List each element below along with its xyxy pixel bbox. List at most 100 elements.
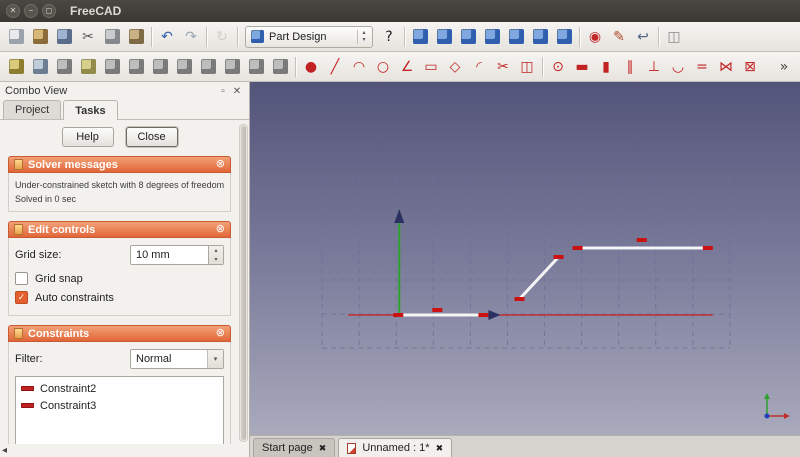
constrain-perpendicular-button[interactable]: ⊥ xyxy=(642,55,666,79)
create-polyline-button[interactable]: ∠ xyxy=(395,55,419,79)
window-close-button[interactable]: ✕ xyxy=(6,4,20,18)
paste-button[interactable] xyxy=(124,25,148,49)
redo-button[interactable]: ↷ xyxy=(179,25,203,49)
filter-dropdown[interactable]: Normal ▾ xyxy=(130,349,224,369)
front-view-button[interactable] xyxy=(456,25,480,49)
toggle-views-button[interactable]: ◫ xyxy=(662,25,686,49)
constraints-header[interactable]: Constraints ⊗ xyxy=(8,325,231,342)
copy-button[interactable] xyxy=(100,25,124,49)
groove-button[interactable] xyxy=(148,55,172,79)
sketch-viewport[interactable] xyxy=(250,82,800,435)
save-document-button[interactable] xyxy=(52,25,76,49)
refresh-button[interactable]: ↻ xyxy=(210,25,234,49)
window-minimize-button[interactable]: − xyxy=(24,4,38,18)
cut-button[interactable]: ✂ xyxy=(76,25,100,49)
create-circle-button[interactable]: ○ xyxy=(371,55,395,79)
collapse-section-icon[interactable]: ⊗ xyxy=(216,159,225,170)
create-part-button[interactable] xyxy=(28,55,52,79)
leave-sketch-button[interactable]: ↩ xyxy=(631,25,655,49)
constrain-parallel-button[interactable]: ∥ xyxy=(618,55,642,79)
right-view-button[interactable] xyxy=(504,25,528,49)
dock-close-button[interactable]: ✕ xyxy=(230,86,244,97)
workbench-selector[interactable]: Part Design ▴ ▾ xyxy=(245,25,373,48)
collapse-section-icon[interactable]: ⊗ xyxy=(216,328,225,339)
toolbar-overflow-button[interactable]: » xyxy=(772,55,796,79)
collapse-section-icon[interactable]: ⊗ xyxy=(216,224,225,235)
bottom-view-button[interactable] xyxy=(552,25,576,49)
constrain-vertical-button[interactable]: ▮ xyxy=(594,55,618,79)
mirrored-button[interactable] xyxy=(244,55,268,79)
scroll-left-icon[interactable]: ◂ xyxy=(2,445,7,456)
sketch-canvas[interactable] xyxy=(250,82,800,435)
panel-scrollbar[interactable] xyxy=(239,124,248,442)
revolution-button[interactable] xyxy=(124,55,148,79)
constraint-list-item[interactable]: Constraint3 xyxy=(18,397,221,414)
new-document-button[interactable] xyxy=(4,25,28,49)
tab-project[interactable]: Project xyxy=(3,100,62,119)
constrain-coincident-button[interactable]: ⊙ xyxy=(546,55,570,79)
constraint-marker[interactable] xyxy=(393,313,404,317)
scrollbar-thumb[interactable] xyxy=(241,126,246,440)
constraint-marker[interactable] xyxy=(478,313,489,317)
constrain-lock-button[interactable]: ⊠ xyxy=(738,55,762,79)
constraint-marker[interactable] xyxy=(514,297,525,301)
grid-size-spinner[interactable]: 10 mm ▴ ▾ xyxy=(130,245,224,265)
constrain-symmetric-button[interactable]: ⋈ xyxy=(714,55,738,79)
edit-sketch-icon: ✎ xyxy=(613,28,625,45)
open-document-button[interactable] xyxy=(28,25,52,49)
window-maximize-button[interactable]: ◻ xyxy=(42,4,56,18)
auto-constraints-checkbox[interactable]: ✓ xyxy=(15,291,28,304)
constrain-tangent-button[interactable]: ◡ xyxy=(666,55,690,79)
spinner-buttons[interactable]: ▴ ▾ xyxy=(208,246,223,264)
close-tab-icon[interactable]: ✖ xyxy=(436,443,444,454)
create-fillet-button[interactable]: ◜ xyxy=(467,55,491,79)
edit-controls-header[interactable]: Edit controls ⊗ xyxy=(8,221,231,238)
new-sketch-button[interactable]: ◉ xyxy=(583,25,607,49)
constraint-marker[interactable] xyxy=(572,246,583,250)
sketch-edge[interactable] xyxy=(518,255,560,301)
constraint-marker[interactable] xyxy=(432,308,443,312)
constraint-marker[interactable] xyxy=(702,246,713,250)
create-body-button[interactable] xyxy=(4,55,28,79)
external-geometry-button[interactable]: ◫ xyxy=(515,55,539,79)
close-tab-icon[interactable]: ✖ xyxy=(319,443,327,454)
edit-sketch-button[interactable]: ✎ xyxy=(607,25,631,49)
linear-pattern-button[interactable] xyxy=(268,55,292,79)
create-point-button[interactable]: ● xyxy=(299,55,323,79)
draft-feature-button[interactable] xyxy=(220,55,244,79)
whats-this-button[interactable]: ? xyxy=(377,25,401,49)
undo-button[interactable]: ↶ xyxy=(155,25,179,49)
create-rectangle-button[interactable]: ▭ xyxy=(419,55,443,79)
pad-button[interactable] xyxy=(76,55,100,79)
boolean-operation-button[interactable] xyxy=(52,55,76,79)
top-view-button[interactable] xyxy=(480,25,504,49)
tab-unnamed-document[interactable]: Unnamed : 1* ✖ xyxy=(338,438,453,457)
grid-snap-checkbox[interactable] xyxy=(15,272,28,285)
dock-float-button[interactable]: ▫ xyxy=(216,86,230,97)
constraint-list[interactable]: Constraint2 Constraint3 xyxy=(15,376,224,444)
spin-up-icon[interactable]: ▴ xyxy=(209,246,223,255)
spin-down-icon[interactable]: ▾ xyxy=(209,255,223,264)
help-button[interactable]: Help xyxy=(61,127,114,147)
create-line-button[interactable]: ╱ xyxy=(323,55,347,79)
solver-messages-header[interactable]: Solver messages ⊗ xyxy=(8,156,231,173)
tab-tasks[interactable]: Tasks xyxy=(63,100,118,120)
constrain-horizontal-button[interactable]: ▬ xyxy=(570,55,594,79)
fillet-feature-button[interactable] xyxy=(172,55,196,79)
rear-view-button[interactable] xyxy=(528,25,552,49)
constraint-list-item[interactable]: Constraint2 xyxy=(18,380,221,397)
create-arc-button[interactable]: ◠ xyxy=(347,55,371,79)
tab-start-page[interactable]: Start page ✖ xyxy=(253,438,336,457)
chamfer-button[interactable] xyxy=(196,55,220,79)
constraint-marker[interactable] xyxy=(553,255,564,259)
axonometric-view-button[interactable] xyxy=(432,25,456,49)
pocket-button[interactable] xyxy=(100,55,124,79)
create-polygon-button[interactable]: ◇ xyxy=(443,55,467,79)
close-button[interactable]: Close xyxy=(125,127,178,147)
constrain-equal-button[interactable]: = xyxy=(690,55,714,79)
trim-edge-button[interactable]: ✂ xyxy=(491,55,515,79)
fit-all-button[interactable] xyxy=(408,25,432,49)
constrain-perpendicular-icon: ⊥ xyxy=(647,58,661,75)
workbench-stepper[interactable]: ▴ ▾ xyxy=(357,29,370,44)
constraint-marker[interactable] xyxy=(636,238,647,242)
